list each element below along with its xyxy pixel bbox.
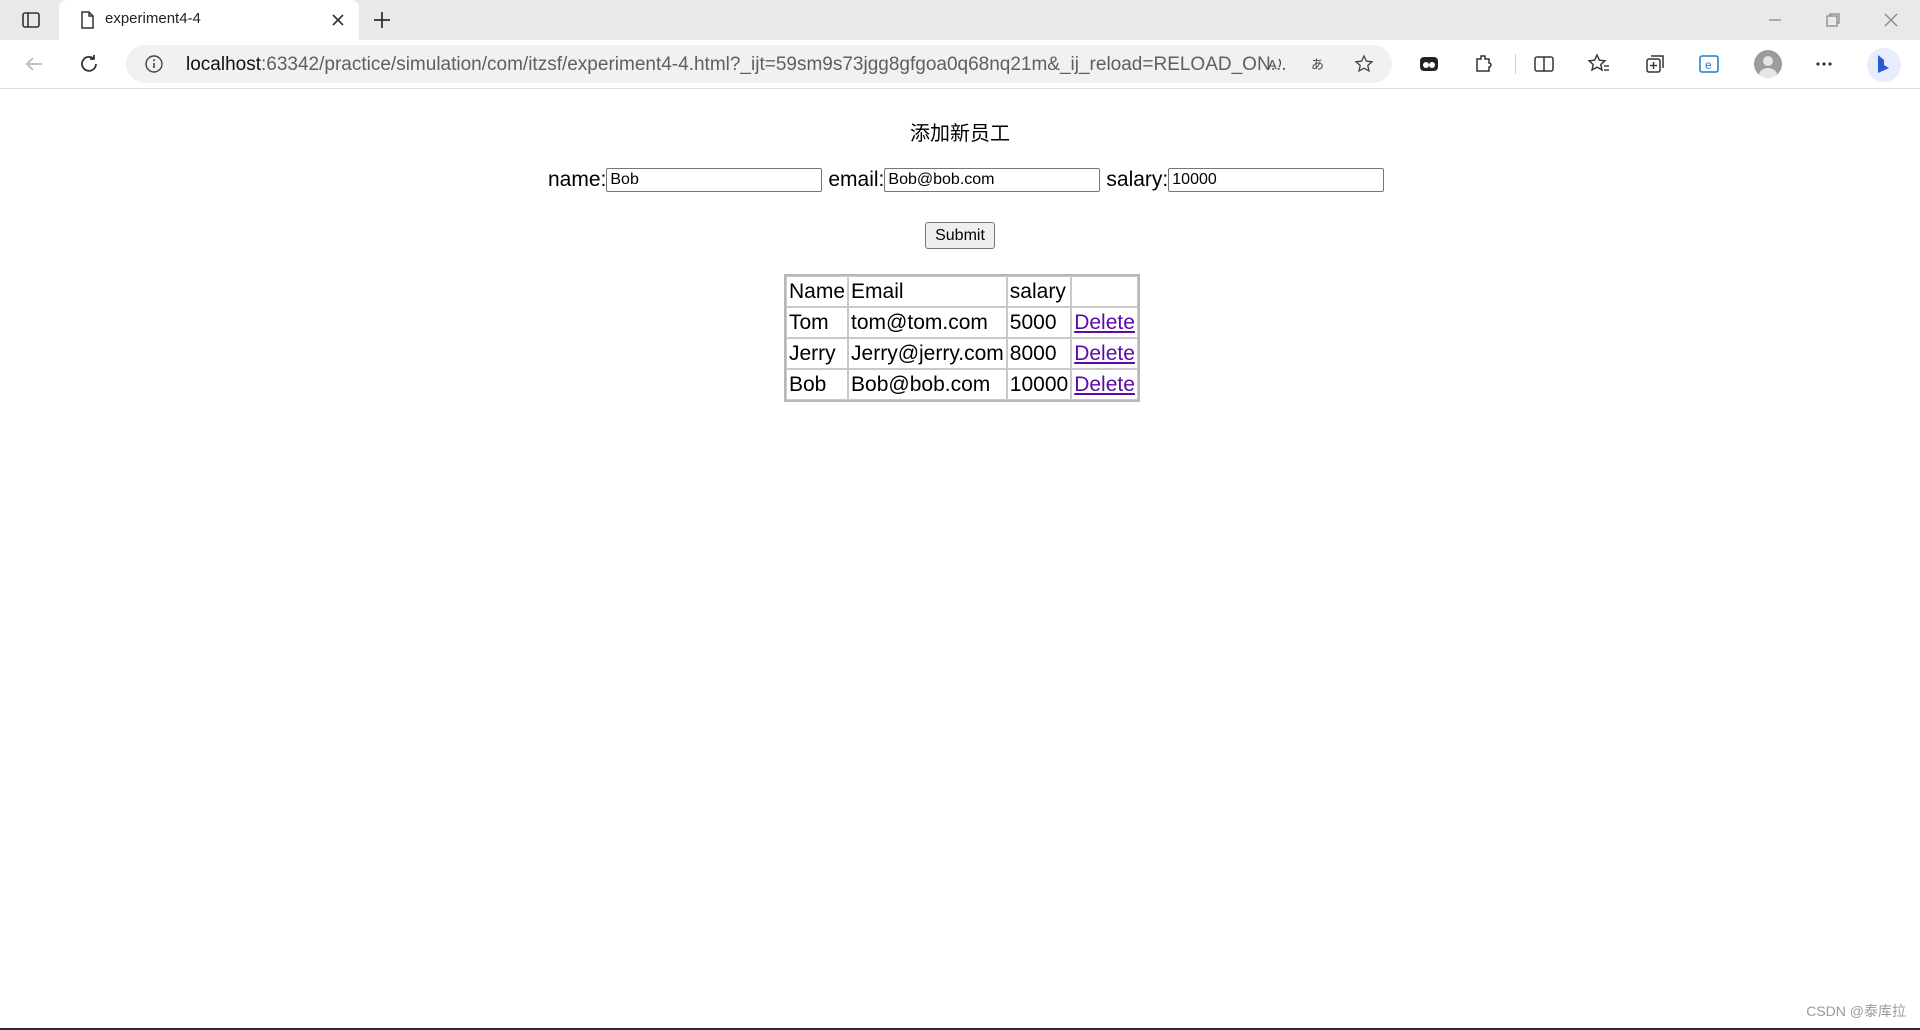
url-host: localhost (186, 54, 261, 75)
email-input[interactable] (884, 168, 1101, 192)
table-header-row: Name Email salary (786, 276, 1138, 307)
svg-text:e: e (1705, 58, 1712, 72)
cell-email: Jerry@jerry.com (848, 338, 1007, 369)
url-text[interactable]: localhost:63342/practice/simulation/com/… (186, 54, 1287, 76)
back-icon[interactable] (22, 52, 46, 76)
person-icon (1759, 56, 1777, 78)
new-tab-icon[interactable] (370, 8, 394, 32)
salary-label: salary: (1106, 168, 1169, 191)
svg-text:A: A (1268, 57, 1277, 72)
page-content: 添加新员工 name: email: salary: Submit Name E… (0, 89, 1920, 1029)
table-row: Bob Bob@bob.com 10000 Delete (786, 369, 1138, 400)
url-path: :63342/practice/simulation/com/itzsf/exp… (261, 54, 1287, 75)
browser-toolbar: localhost:63342/practice/simulation/com/… (0, 40, 1920, 89)
header-email: Email (848, 276, 1007, 307)
close-window-icon[interactable] (1880, 9, 1902, 31)
edge-bar-icon[interactable]: e (1697, 52, 1721, 76)
favorite-add-icon[interactable] (1354, 54, 1374, 74)
header-name: Name (786, 276, 849, 307)
name-label: name: (548, 168, 607, 191)
cell-action: Delete (1071, 369, 1138, 400)
translate-icon[interactable]: あ (1310, 54, 1330, 74)
cell-action: Delete (1071, 338, 1138, 369)
delete-link[interactable]: Delete (1074, 342, 1135, 365)
toolbar-divider (1515, 54, 1516, 74)
cell-action: Delete (1071, 307, 1138, 338)
site-info-icon[interactable] (144, 54, 164, 74)
employee-form: name: email: salary: (548, 165, 1390, 195)
cell-salary: 10000 (1006, 369, 1072, 400)
refresh-icon[interactable] (77, 52, 101, 76)
cell-salary: 5000 (1006, 307, 1072, 338)
svg-text:あ: あ (1311, 58, 1324, 73)
page-heading: 添加新员工 (910, 123, 1010, 145)
cell-email: Bob@bob.com (848, 369, 1007, 400)
extensions-icon[interactable] (1472, 52, 1496, 76)
employee-table: Name Email salary Tom tom@tom.com 5000 D… (784, 274, 1140, 402)
header-action (1071, 276, 1138, 307)
table-row: Jerry Jerry@jerry.com 8000 Delete (786, 338, 1138, 369)
tab-title: experiment4-4 (105, 10, 201, 27)
more-options-icon[interactable] (1812, 52, 1836, 76)
cell-salary: 8000 (1006, 338, 1072, 369)
header-salary: salary (1006, 276, 1072, 307)
table-row: Tom tom@tom.com 5000 Delete (786, 307, 1138, 338)
cell-name: Bob (786, 369, 849, 400)
read-aloud-icon[interactable]: A (1266, 54, 1286, 74)
restore-icon[interactable] (1822, 9, 1844, 31)
extension-glasses-icon[interactable] (1417, 52, 1441, 76)
minimize-icon[interactable] (1764, 9, 1786, 31)
submit-button[interactable]: Submit (925, 222, 995, 249)
address-bar[interactable]: localhost:63342/practice/simulation/com/… (126, 45, 1392, 83)
delete-link[interactable]: Delete (1074, 311, 1135, 334)
tab-strip: experiment4-4 (0, 0, 1920, 40)
profile-avatar[interactable] (1754, 50, 1782, 78)
watermark: CSDN @泰库拉 (1806, 1003, 1906, 1019)
favorites-icon[interactable] (1587, 52, 1611, 76)
close-tab-icon[interactable] (327, 9, 349, 31)
salary-input[interactable] (1168, 168, 1385, 192)
copilot-icon[interactable] (1865, 46, 1903, 84)
delete-link[interactable]: Delete (1074, 373, 1135, 396)
cell-name: Tom (786, 307, 849, 338)
email-label: email: (828, 168, 885, 191)
browser-tab[interactable]: experiment4-4 (59, 0, 359, 40)
page-icon (81, 11, 94, 29)
cell-name: Jerry (786, 338, 849, 369)
cell-email: tom@tom.com (848, 307, 1007, 338)
name-input[interactable] (606, 168, 823, 192)
split-screen-icon[interactable] (1532, 52, 1556, 76)
sidebar-toggle-icon[interactable] (20, 9, 42, 31)
collections-icon[interactable] (1643, 52, 1667, 76)
